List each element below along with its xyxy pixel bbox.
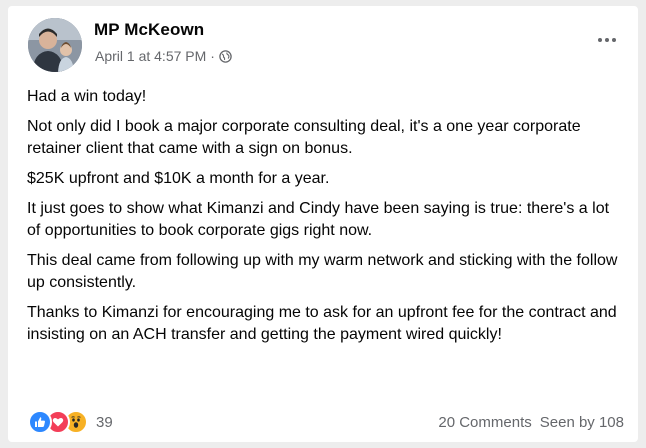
like-reaction-icon xyxy=(28,410,52,434)
post-timestamp[interactable]: April 1 at 4:57 PM xyxy=(95,48,206,64)
post-paragraph: It just goes to show what Kimanzi and Ci… xyxy=(27,200,610,239)
more-dot-icon xyxy=(598,38,602,42)
reaction-count: 39 xyxy=(96,413,113,431)
seen-by-link[interactable]: Seen by 108 xyxy=(540,414,624,431)
comments-link[interactable]: 20 Comments xyxy=(438,414,531,431)
avatar[interactable] xyxy=(28,18,82,72)
meta-separator: · xyxy=(210,48,215,64)
more-dot-icon xyxy=(612,38,616,42)
post-stats: 20 Comments Seen by 108 xyxy=(438,414,624,431)
profile-photo xyxy=(28,18,82,72)
post-paragraph: Thanks to Kimanzi for encouraging me to … xyxy=(27,304,617,343)
post-paragraph: $25K upfront and $10K a month for a year… xyxy=(27,170,330,187)
reactions-summary[interactable]: 39 xyxy=(28,410,113,434)
more-options-button[interactable] xyxy=(594,30,620,50)
post-meta: April 1 at 4:57 PM · xyxy=(95,48,232,64)
post-card: MP McKeown April 1 at 4:57 PM · Had a wi… xyxy=(8,6,638,442)
more-dot-icon xyxy=(605,38,609,42)
globe-icon xyxy=(219,49,232,63)
post-paragraph: Not only did I book a major corporate co… xyxy=(27,118,581,157)
author-name[interactable]: MP McKeown xyxy=(94,20,204,40)
post-paragraph: This deal came from following up with my… xyxy=(27,252,618,291)
post-paragraph: Had a win today! xyxy=(27,88,147,105)
post-body: Had a win today! Not only did I book a m… xyxy=(27,86,622,354)
